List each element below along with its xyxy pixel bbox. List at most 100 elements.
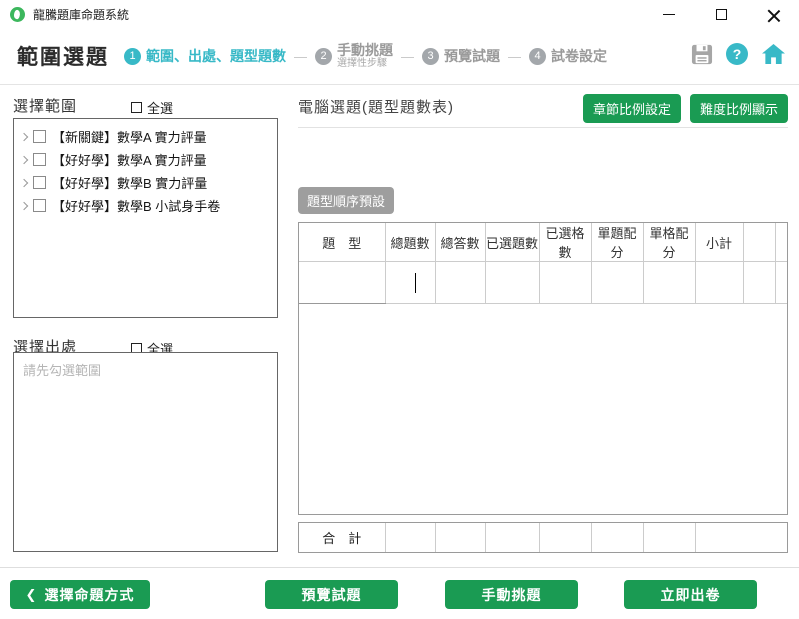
- difficulty-ratio-button[interactable]: 難度比例顯示: [690, 94, 788, 123]
- app-title: 龍騰題庫命題系統: [33, 6, 129, 23]
- chapter-ratio-button[interactable]: 章節比例設定: [583, 94, 681, 123]
- range-item-checkbox[interactable]: [33, 153, 46, 166]
- expand-chevron-icon[interactable]: [20, 155, 28, 163]
- step-4-paper-settings: 4 試卷設定: [529, 46, 607, 66]
- col-header-total-questions: 總題數: [385, 223, 435, 262]
- col-header-selected-blanks: 已選格數: [539, 223, 591, 262]
- total-value-cell: [435, 523, 485, 552]
- total-value-cell: [385, 523, 435, 552]
- step-3-label: 預覽試題: [444, 46, 500, 66]
- source-list: 請先勾選範圍: [13, 352, 278, 552]
- computer-selection-heading: 電腦選題(題型題數表): [298, 96, 454, 117]
- range-tree-item[interactable]: 【新關鍵】數學A 實力評量: [14, 125, 277, 148]
- step-4-label: 試卷設定: [551, 46, 607, 66]
- col-header-subtotal: 小計: [695, 223, 743, 262]
- step-separator: —: [401, 49, 414, 64]
- total-value-cell: [695, 523, 787, 552]
- total-value-cell: [591, 523, 643, 552]
- step-2-number: 2: [315, 48, 332, 65]
- table-empty-row: [299, 262, 787, 304]
- text-caret: [415, 273, 417, 293]
- col-header-empty: [743, 223, 775, 262]
- range-item-label: 【好好學】數學B 小試身手卷: [52, 196, 220, 215]
- range-tree-item[interactable]: 【好好學】數學A 實力評量: [14, 148, 277, 171]
- range-select-all[interactable]: 全選: [131, 98, 173, 117]
- type-order-default-button[interactable]: 題型順序預設: [298, 187, 394, 214]
- step-separator: —: [508, 49, 521, 64]
- step-1-number: 1: [124, 48, 141, 65]
- maximize-button[interactable]: [695, 0, 747, 28]
- help-icon[interactable]: ?: [726, 43, 748, 65]
- back-to-method-button[interactable]: ❮ 選擇命題方式: [10, 580, 150, 609]
- save-icon[interactable]: [691, 44, 713, 65]
- cell-question-type[interactable]: [299, 262, 385, 304]
- expand-chevron-icon[interactable]: [20, 178, 28, 186]
- cell-empty: [775, 262, 787, 304]
- total-label-cell: 合 計: [299, 523, 385, 552]
- step-indicator: 1 範圍、出處、題型題數 — 2 手動挑題 選擇性步驟 — 3 預覽試題 — 4…: [124, 28, 607, 84]
- cell-total-questions-input[interactable]: [385, 262, 435, 304]
- question-type-table: 題 型 總題數 總答數 已選題數 已選格數 單題配分 單格配分 小計: [298, 222, 788, 515]
- range-item-label: 【好好學】數學B 實力評量: [52, 173, 207, 192]
- help-glyph: ?: [733, 46, 742, 62]
- ratio-buttons: 章節比例設定 難度比例顯示: [583, 94, 788, 123]
- total-row: 合 計: [299, 523, 787, 552]
- col-header-points-per-question: 單題配分: [591, 223, 643, 262]
- range-select-all-checkbox[interactable]: [131, 102, 142, 113]
- col-header-empty: [775, 223, 787, 262]
- range-tree-item[interactable]: 【好好學】數學B 小試身手卷: [14, 194, 277, 217]
- cell-subtotal[interactable]: [695, 262, 743, 304]
- col-header-question-type: 題 型: [299, 223, 385, 262]
- cell-total-answers[interactable]: [435, 262, 485, 304]
- generate-paper-button[interactable]: 立即出卷: [624, 580, 757, 609]
- col-header-total-answers: 總答數: [435, 223, 485, 262]
- cell-points-per-blank[interactable]: [643, 262, 695, 304]
- step-2-sublabel: 選擇性步驟: [337, 58, 393, 70]
- total-value-cell: [643, 523, 695, 552]
- cell-selected-questions[interactable]: [485, 262, 539, 304]
- step-3-preview: 3 預覽試題: [422, 46, 500, 66]
- page-header: 範圍選題 1 範圍、出處、題型題數 — 2 手動挑題 選擇性步驟 — 3 預覽試…: [0, 28, 799, 85]
- step-1-range: 1 範圍、出處、題型題數: [124, 46, 286, 66]
- range-tree-item[interactable]: 【好好學】數學B 實力評量: [14, 171, 277, 194]
- maximize-icon: [716, 9, 727, 20]
- step-3-number: 3: [422, 48, 439, 65]
- range-item-checkbox[interactable]: [33, 130, 46, 143]
- app-logo-icon: [10, 7, 25, 22]
- close-button[interactable]: [747, 0, 799, 28]
- close-icon: [767, 8, 780, 21]
- footer-divider: [0, 567, 799, 568]
- step-4-number: 4: [529, 48, 546, 65]
- step-2-manual-pick: 2 手動挑題 選擇性步驟: [315, 42, 393, 70]
- table-header-row: 題 型 總題數 總答數 已選題數 已選格數 單題配分 單格配分 小計: [299, 223, 787, 262]
- cell-selected-blanks[interactable]: [539, 262, 591, 304]
- expand-chevron-icon[interactable]: [20, 132, 28, 140]
- minimize-button[interactable]: [643, 0, 695, 28]
- cell-points-per-question[interactable]: [591, 262, 643, 304]
- col-header-points-per-blank: 單格配分: [643, 223, 695, 262]
- back-chevron-icon: ❮: [26, 587, 38, 603]
- step-2-label: 手動挑題: [337, 42, 393, 58]
- minimize-icon: [663, 14, 675, 15]
- total-row-table: 合 計: [298, 522, 788, 553]
- step-1-label: 範圍、出處、題型題數: [146, 46, 286, 66]
- expand-chevron-icon[interactable]: [20, 201, 28, 209]
- source-placeholder-text: 請先勾選範圍: [14, 353, 277, 386]
- home-icon[interactable]: [761, 43, 786, 65]
- heading-divider: [298, 127, 788, 128]
- total-value-cell: [485, 523, 539, 552]
- range-item-checkbox[interactable]: [33, 176, 46, 189]
- back-button-label: 選擇命題方式: [44, 585, 134, 605]
- range-tree: 【新關鍵】數學A 實力評量 【好好學】數學A 實力評量 【好好學】數學B 實力評…: [13, 118, 278, 318]
- step-separator: —: [294, 49, 307, 64]
- range-item-checkbox[interactable]: [33, 199, 46, 212]
- preview-exam-button[interactable]: 預覽試題: [265, 580, 398, 609]
- range-item-label: 【好好學】數學A 實力評量: [52, 150, 207, 169]
- manual-pick-button[interactable]: 手動挑題: [445, 580, 578, 609]
- col-header-selected-questions: 已選題數: [485, 223, 539, 262]
- cell-empty: [743, 262, 775, 304]
- header-icons: ?: [691, 43, 786, 65]
- range-section-heading: 選擇範圍: [13, 95, 77, 116]
- page-title: 範圍選題: [17, 41, 109, 71]
- total-value-cell: [539, 523, 591, 552]
